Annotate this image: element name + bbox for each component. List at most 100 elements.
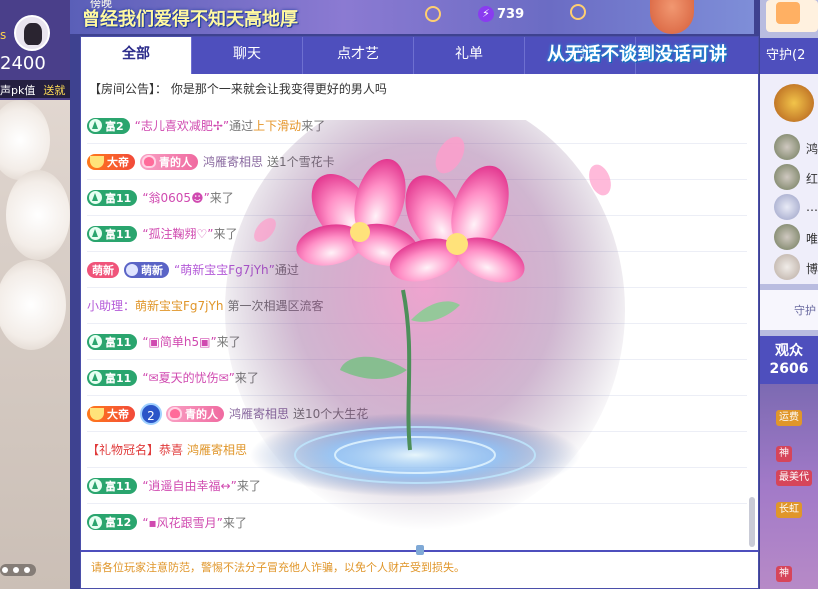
guard-avatar[interactable] xyxy=(774,254,800,280)
room-announcement: 【房间公告】： 你是那个一来就会让我变得更好的男人吗 xyxy=(89,82,387,96)
rich-icon xyxy=(89,335,102,348)
badge-label: 萌新 xyxy=(141,263,163,277)
audience-label: 观众 xyxy=(775,343,803,359)
rich-level-badge: 富12 xyxy=(87,514,138,530)
message-tail: 来了 xyxy=(216,335,241,349)
tab-talent[interactable]: 点才艺 xyxy=(303,37,414,74)
message-source: 上下滑动 xyxy=(253,119,302,133)
pillow-decor xyxy=(0,260,66,350)
rich-icon xyxy=(89,515,102,529)
streamer-name-fragment: s xyxy=(0,28,7,42)
carousel-dots[interactable] xyxy=(0,564,36,576)
banner-scroll-text: 曾经我们爱得不知天高地厚 xyxy=(82,9,298,30)
guard-name[interactable]: 鸿 xyxy=(806,140,818,157)
guard-avatar[interactable] xyxy=(774,224,800,250)
user-name[interactable]: 鸿雁寄相思 xyxy=(229,405,289,422)
guard-name[interactable]: 博 xyxy=(806,260,818,277)
crown-icon xyxy=(90,407,104,420)
message-action: 第一次相遇区流客 xyxy=(227,299,324,313)
message-tail: 来了 xyxy=(234,371,259,385)
guard-name[interactable]: … xyxy=(806,200,818,214)
emperor-badge: 大帝 xyxy=(87,153,135,170)
badge-label: 富11 xyxy=(105,371,132,385)
gift-title-message: 【礼物冠名】 恭喜 鸿雁寄相思 xyxy=(87,432,747,468)
guard-header[interactable]: 守护(2 xyxy=(760,38,818,74)
message-action: 送1个雪花卡 xyxy=(267,155,335,169)
guard-footer-link[interactable]: 守护 xyxy=(760,290,818,330)
carousel-dot[interactable] xyxy=(2,567,8,573)
left-video-stream[interactable]: s 2400 声pk值 送就 xyxy=(0,0,70,589)
chat-message: 富11 “▣简单h5▣” 来了 xyxy=(87,324,747,360)
star-decor-icon xyxy=(425,6,441,22)
badge-label: 富11 xyxy=(105,479,132,493)
message-action: 通过 xyxy=(229,119,254,133)
audience-badge: 神 xyxy=(776,446,792,462)
newbie-badge: 萌新 xyxy=(87,261,119,278)
newbie-icon xyxy=(126,263,138,276)
gift-entry-button[interactable] xyxy=(766,0,818,32)
chat-message: 大帝 2 青的人 鸿雁寄相思 送10个大生花 xyxy=(87,396,747,432)
chat-message: 萌新 萌新 “萌新宝宝Fg7jYh” 通过 xyxy=(87,252,747,288)
tab-all[interactable]: 全部 xyxy=(81,37,192,74)
guard-king-badge-icon[interactable] xyxy=(774,84,814,122)
audience-panel[interactable]: 观众 2606 xyxy=(760,336,818,384)
user-name[interactable]: “▣简单h5▣” xyxy=(142,333,216,350)
guard-list: 鸿 红 … 唯 博 xyxy=(760,74,818,284)
audience-badge: 长虹 xyxy=(776,502,802,518)
fan-badge: 青的人 xyxy=(140,153,198,170)
user-name[interactable]: “逍遥自由幸福↔” xyxy=(142,477,237,494)
guard-name[interactable]: 唯 xyxy=(806,230,818,247)
user-name[interactable]: 鸿雁寄相思 xyxy=(187,441,247,458)
right-sidebar: 守护(2 鸿 红 … 唯 博 守护 观众 2606 运费 神 最美代 长虹 神 xyxy=(760,0,818,589)
user-name[interactable]: “✉夏天的忧伤✉” xyxy=(142,369,235,386)
rich-level-badge: 富11 xyxy=(87,333,138,350)
streamer-avatar[interactable] xyxy=(14,15,50,51)
star-decor-icon xyxy=(570,4,586,20)
guard-avatar[interactable] xyxy=(774,194,800,220)
audience-badge: 运费 xyxy=(776,410,802,426)
audience-list: 运费 神 最美代 长虹 神 xyxy=(760,384,818,589)
heart-icon xyxy=(168,407,182,420)
user-name[interactable]: “孤注鞠翙♡” xyxy=(142,225,213,242)
rich-level-badge: 富11 xyxy=(87,189,138,206)
crown-icon xyxy=(90,155,104,168)
badge-label: 大帝 xyxy=(107,155,129,169)
emperor-badge: 大帝 xyxy=(87,405,135,422)
guard-avatar[interactable] xyxy=(774,164,800,190)
rich-level-badge: 富2 xyxy=(87,117,130,134)
chat-message: 大帝 青的人 鸿雁寄相思 送1个雪花卡 xyxy=(87,144,747,180)
user-name[interactable]: “萌新宝宝Fg7jYh” xyxy=(174,261,275,278)
rich-icon xyxy=(89,119,102,132)
user-name[interactable]: 萌新宝宝Fg7jYh xyxy=(135,297,223,314)
message-tail: 来了 xyxy=(301,119,326,133)
pillow-decor xyxy=(6,170,70,260)
guard-avatar[interactable] xyxy=(774,134,800,160)
tab-slogan: 从无话不谈到没话可讲 xyxy=(547,44,727,65)
pk-bar: 声pk值 送就 xyxy=(0,80,70,98)
points-display[interactable]: ⚡ 739 xyxy=(478,6,524,22)
user-name[interactable]: “翁0605☻” xyxy=(142,189,209,206)
carousel-dot[interactable] xyxy=(24,567,30,573)
user-name[interactable]: “▪风花跟雪月” xyxy=(142,514,223,531)
star-level-icon: 2 xyxy=(140,402,162,425)
rich-level-badge: 富11 xyxy=(87,369,138,386)
audience-badge: 最美代 xyxy=(776,470,812,486)
gift-title-label: 【礼物冠名】 xyxy=(87,443,160,457)
resize-handle[interactable] xyxy=(416,545,424,555)
tab-chat[interactable]: 聊天 xyxy=(192,37,303,74)
user-name[interactable]: “志儿喜欢减肥✢” xyxy=(135,117,230,134)
user-name[interactable]: 鸿雁寄相思 xyxy=(203,153,263,170)
rich-icon xyxy=(89,479,102,492)
top-banner: 傍晚 曾经我们爱得不知天高地厚 ⚡ 739 xyxy=(70,0,754,34)
message-action: 恭喜 xyxy=(159,443,184,457)
chat-message: 富11 “✉夏天的忧伤✉” 来了 xyxy=(87,360,747,396)
chat-scrollbar[interactable] xyxy=(749,497,755,547)
message-tail: 来了 xyxy=(236,479,261,493)
guard-name[interactable]: 红 xyxy=(806,170,818,187)
message-tail: 通过 xyxy=(274,263,299,277)
rich-icon xyxy=(89,227,102,240)
carousel-dot[interactable] xyxy=(13,567,19,573)
chat-message: 富12 “▪风花跟雪月” 来了 xyxy=(87,504,747,540)
tab-gift-list[interactable]: 礼单 xyxy=(414,37,525,74)
rich-level-badge: 富11 xyxy=(87,225,138,242)
